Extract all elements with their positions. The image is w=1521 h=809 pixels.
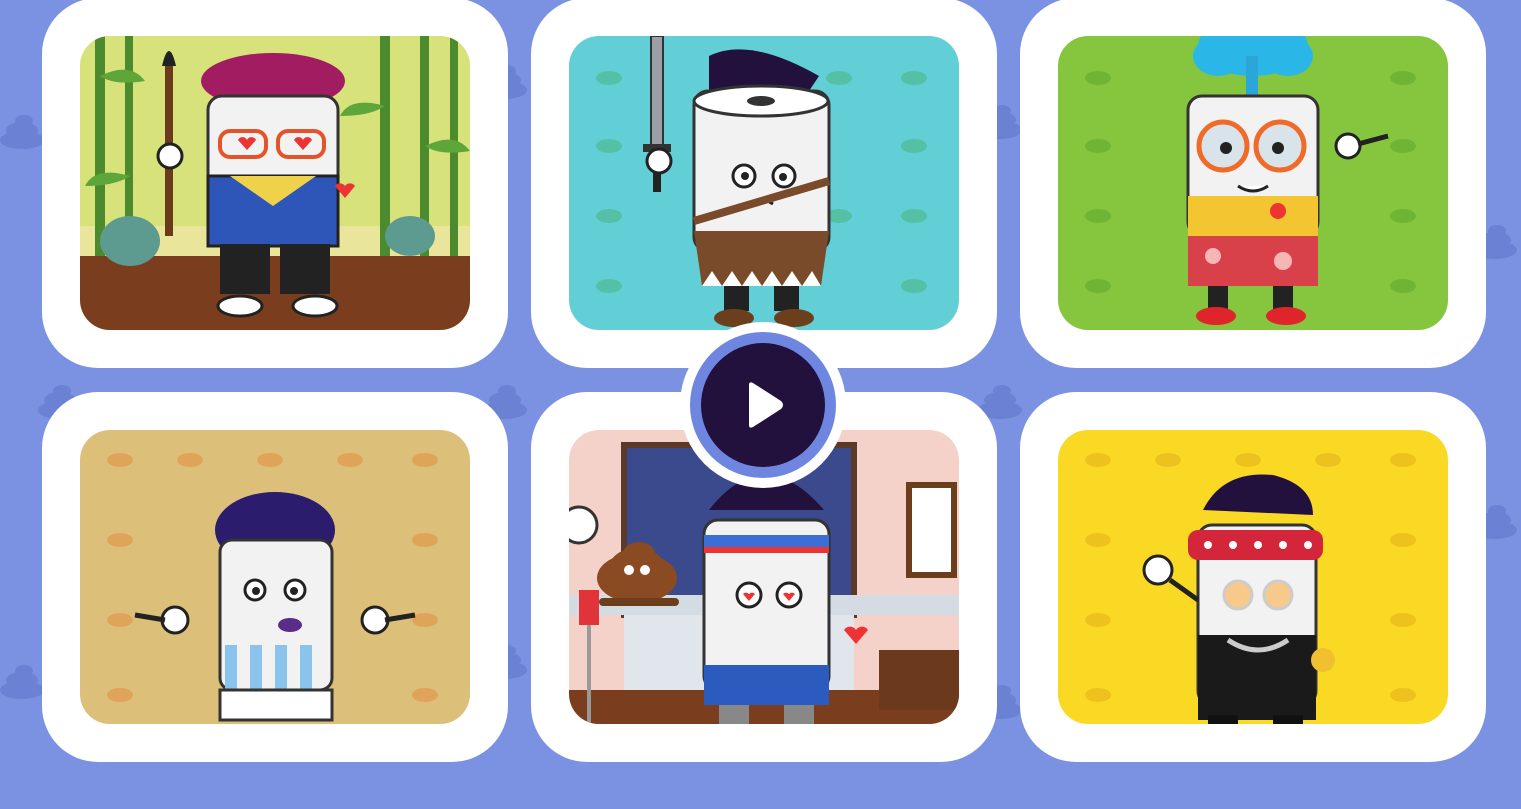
- artist-illustration: [80, 36, 470, 330]
- play-button-core: [701, 343, 825, 467]
- tourist-illustration: [1058, 36, 1448, 330]
- character-art-tourist: [1058, 36, 1448, 330]
- character-card-referee[interactable]: [42, 392, 508, 762]
- character-card-artist[interactable]: [42, 0, 508, 368]
- play-button[interactable]: [680, 322, 846, 488]
- character-art-artist: [80, 36, 470, 330]
- warrior-illustration: [569, 36, 959, 330]
- character-card-gangster[interactable]: [1020, 392, 1486, 762]
- referee-illustration: [80, 430, 470, 724]
- gangster-illustration: [1058, 430, 1448, 724]
- character-art-gangster: [1058, 430, 1448, 724]
- play-icon: [749, 382, 783, 428]
- play-button-ring: [690, 332, 836, 478]
- character-card-tourist[interactable]: [1020, 0, 1486, 368]
- character-card-warrior[interactable]: [531, 0, 997, 368]
- character-art-warrior: [569, 36, 959, 330]
- character-art-referee: [80, 430, 470, 724]
